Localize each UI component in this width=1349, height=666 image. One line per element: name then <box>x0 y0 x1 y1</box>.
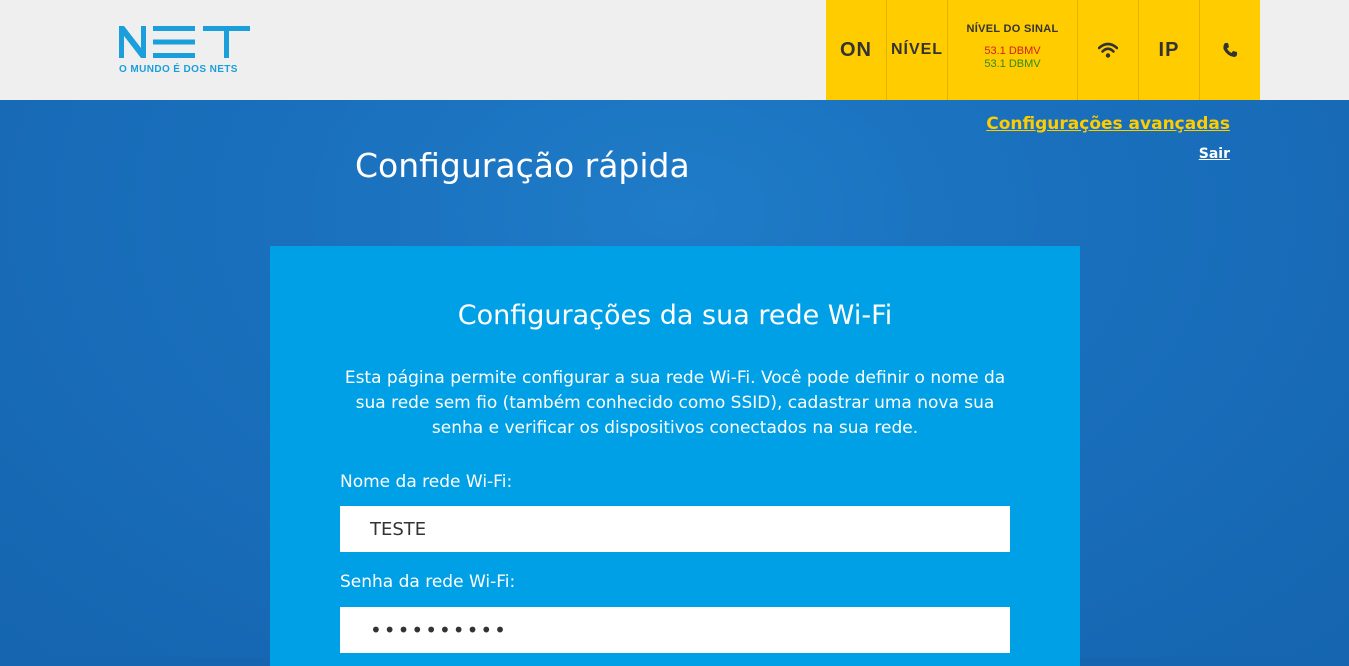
card-title: Configurações da sua rede Wi-Fi <box>457 300 893 331</box>
signal-value-downstream: 53.1 DBMV <box>984 45 1041 57</box>
phone-icon <box>1223 43 1237 57</box>
logout-link[interactable]: Sair <box>1199 146 1230 162</box>
status-nivel-label: NÍVEL <box>890 41 944 58</box>
signal-value-upstream: 53.1 DBMV <box>984 58 1041 70</box>
page-title: Configuração rápida <box>355 146 690 185</box>
status-signal-level[interactable]: NÍVEL DO SINAL 53.1 DBMV 53.1 DBMV <box>947 0 1077 100</box>
signal-title: NÍVEL DO SINAL <box>966 23 1059 35</box>
ssid-label: Nome da rede Wi-Fi: <box>340 472 513 492</box>
status-ip[interactable]: IP <box>1138 0 1199 100</box>
ssid-input[interactable] <box>340 506 1010 552</box>
card-description: Esta página permite configurar a sua red… <box>344 368 1006 438</box>
net-logo[interactable]: O MUNDO É DOS NETS <box>119 26 259 78</box>
password-input[interactable] <box>340 607 1010 653</box>
wifi-icon <box>1098 42 1118 58</box>
status-wifi[interactable] <box>1077 0 1138 100</box>
status-ip-label: IP <box>1158 38 1180 61</box>
top-bar: O MUNDO É DOS NETS ON NÍVEL NÍVEL DO SIN… <box>0 0 1349 100</box>
status-phone[interactable] <box>1199 0 1260 100</box>
status-strip: ON NÍVEL NÍVEL DO SINAL 53.1 DBMV 53.1 D… <box>826 0 1260 100</box>
logo-tagline: O MUNDO É DOS NETS <box>119 64 238 75</box>
status-on-label: ON <box>840 38 872 61</box>
advanced-settings-link[interactable]: Configurações avançadas <box>986 114 1230 134</box>
password-label: Senha da rede Wi-Fi: <box>340 572 516 592</box>
status-nivel[interactable]: NÍVEL <box>886 0 947 100</box>
net-logo-wordmark <box>119 26 250 58</box>
status-on[interactable]: ON <box>826 0 886 100</box>
wifi-settings-card: Configurações da sua rede Wi-Fi Esta pág… <box>270 246 1080 666</box>
